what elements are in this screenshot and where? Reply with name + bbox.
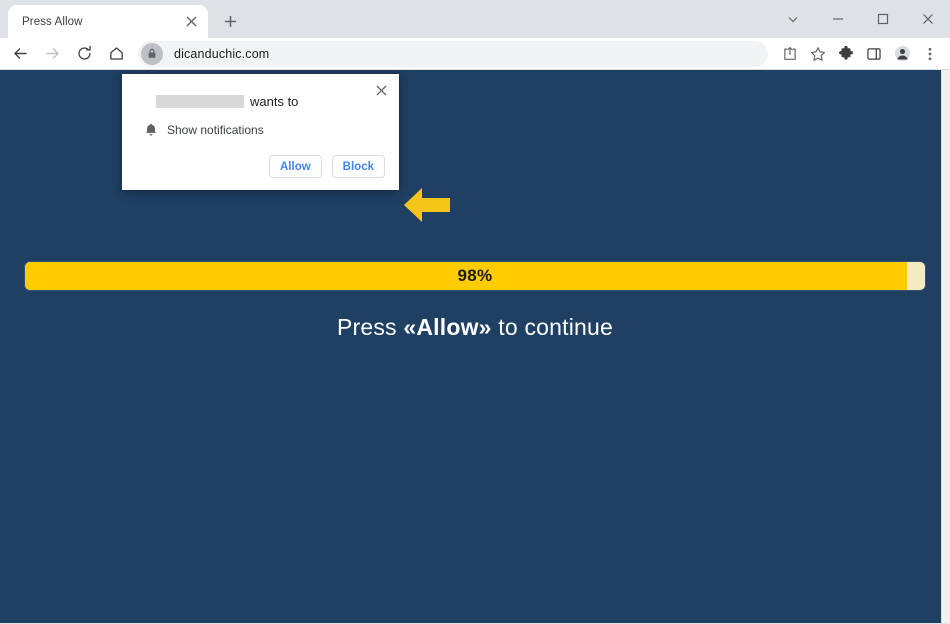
maximize-icon[interactable] [860,2,905,36]
reload-icon[interactable] [68,40,100,68]
progress-percent-label: 98% [457,266,493,285]
permission-request-row: Show notifications [142,123,383,137]
tab-strip: Press Allow [0,0,950,38]
address-bar[interactable]: dicanduchic.com [138,40,768,67]
page-headline: Press «Allow» to continue [337,314,613,341]
window-close-icon[interactable] [905,2,950,36]
permission-label: Show notifications [167,123,264,137]
headline-prefix: Press [336,314,404,340]
dialog-close-icon[interactable] [371,80,391,100]
dialog-actions: Allow Block [269,155,385,178]
progress-bar: 98% [25,262,925,290]
side-panel-icon[interactable] [860,40,888,68]
new-tab-button[interactable] [216,7,244,35]
allow-button[interactable]: Allow [269,155,322,178]
browser-tab[interactable]: Press Allow [8,5,208,38]
home-icon[interactable] [100,40,132,68]
three-dot-menu-icon[interactable] [916,40,944,68]
lock-icon[interactable] [141,42,163,65]
browser-window: Press Allow dicanduchic.com 98% Press «A… [0,0,950,624]
dialog-origin-row: wants to [156,94,383,109]
page-scrollbar[interactable] [941,70,950,623]
pointer-arrow-left-icon [402,184,452,226]
redacted-origin [156,95,244,108]
forward-arrow-right-icon [36,40,68,68]
notification-permission-dialog: wants to Show notifications Allow Block [122,74,399,190]
block-button[interactable]: Block [331,155,385,178]
extensions-puzzle-icon[interactable] [832,40,860,68]
wants-to-label: wants to [250,94,299,109]
back-arrow-left-icon[interactable] [4,40,36,68]
page-viewport: 98% Press «Allow» to continue wants to S… [0,70,950,623]
profile-avatar-icon[interactable] [888,40,916,68]
minimize-icon[interactable] [815,2,860,36]
tab-search-chevron-down-icon[interactable] [770,2,815,36]
browser-toolbar: dicanduchic.com [0,38,950,70]
url-text: dicanduchic.com [174,46,270,61]
bookmark-star-icon[interactable] [804,40,832,68]
headline-emphasis: «Allow» [403,314,492,340]
tab-title: Press Allow [22,15,83,28]
share-icon[interactable] [776,40,804,68]
tab-close-icon[interactable] [182,13,200,31]
bell-icon [142,123,160,137]
window-controls [770,0,950,38]
headline-suffix: to continue [491,314,614,340]
